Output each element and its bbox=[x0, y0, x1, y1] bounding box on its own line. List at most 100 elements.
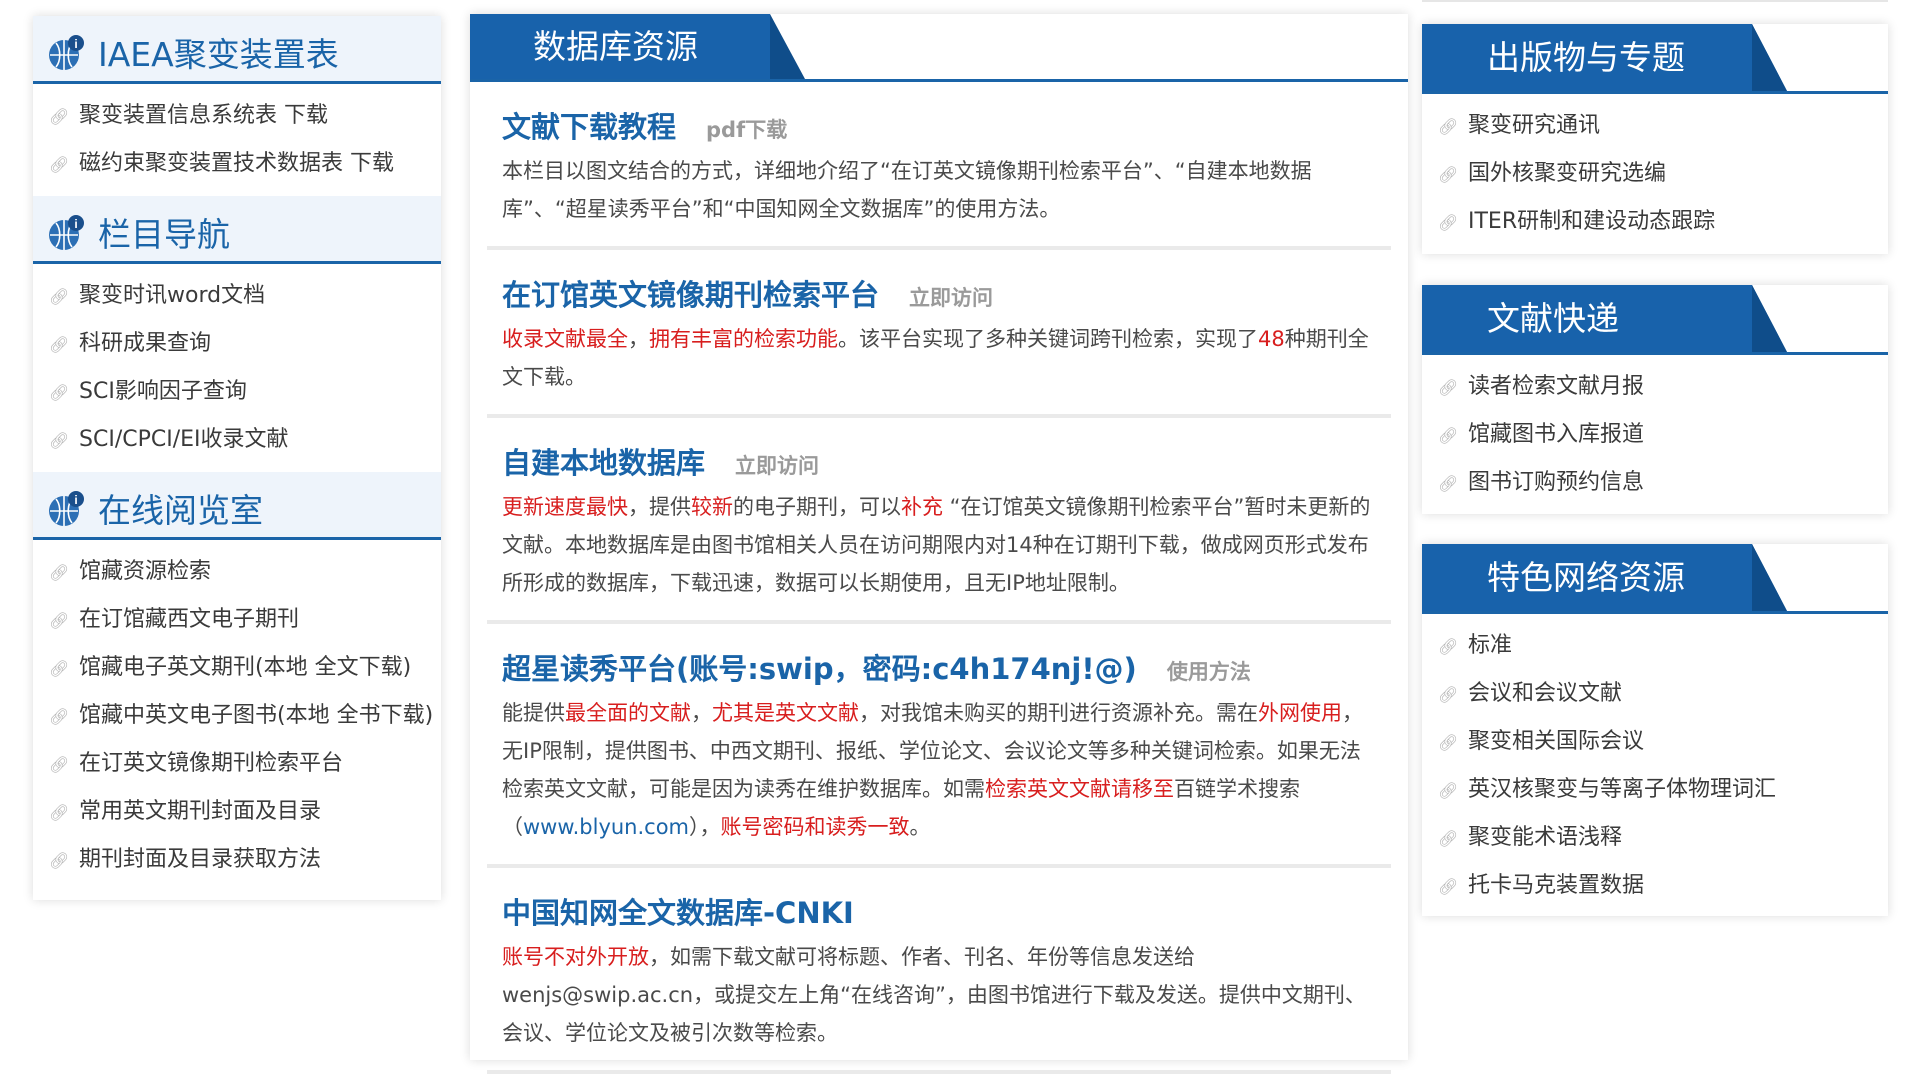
highlighted-text: 账号密码和读秀一致 bbox=[720, 815, 910, 839]
description-text: ）， bbox=[689, 815, 721, 839]
section-iaea: i IAEA聚变装置表 🔗︎ 聚变装置信息系统表 下载 🔗︎ 磁约束聚变装置技术数据… bbox=[33, 16, 441, 196]
list-item[interactable]: 🔗︎ 在订英文镜像期刊检索平台 bbox=[33, 740, 441, 788]
tab-shade bbox=[1752, 285, 1787, 352]
link-icon: 🔗︎ bbox=[1438, 165, 1459, 184]
entry-title[interactable]: 在订馆英文镜像期刊检索平台 bbox=[502, 278, 879, 312]
list-item[interactable]: 🔗︎ 聚变时讯word文档 bbox=[33, 272, 441, 320]
link-icon: 🔗︎ bbox=[1438, 117, 1459, 136]
description-text: 。该平台实现了多种关键词跨刊检索，实现了 bbox=[838, 327, 1258, 351]
section-title: 栏目导航 bbox=[98, 215, 230, 254]
link-icon: 🔗︎ bbox=[1438, 378, 1459, 397]
section-navigation: i 栏目导航 🔗︎ 聚变时讯word文档 🔗︎ 科研成果查询 🔗︎ SCI影响因子查询… bbox=[33, 196, 441, 472]
link-icon: 🔗︎ bbox=[49, 431, 70, 450]
list-item-label: 聚变时讯word文档 bbox=[79, 283, 266, 308]
highlighted-text: 更新速度最快 bbox=[502, 495, 628, 519]
section-header: i 在线阅览室 bbox=[33, 472, 441, 540]
list-item-download[interactable]: 🔗︎ 磁约束聚变装置技术数据表 下载 bbox=[33, 140, 441, 188]
list-item[interactable]: 🔗︎ 科研成果查询 bbox=[33, 320, 441, 368]
divider bbox=[1422, 0, 1888, 2]
list-item-label: 读者检索文献月报 bbox=[1468, 374, 1645, 399]
list-item[interactable]: 🔗︎ 常用英文期刊封面及目录 bbox=[33, 788, 441, 836]
link-icon: 🔗︎ bbox=[49, 707, 70, 726]
entry-description: 收录文献最全，拥有丰富的检索功能。该平台实现了多种关键词跨刊检索，实现了48种期… bbox=[502, 320, 1376, 396]
list-item[interactable]: 🔗︎ 读者检索文献月报 bbox=[1422, 363, 1888, 411]
entry-title[interactable]: 自建本地数据库 bbox=[502, 446, 705, 480]
list-item[interactable]: 🔗︎ 聚变相关国际会议 bbox=[1422, 718, 1888, 766]
tab-literature-express[interactable]: 文献快递 bbox=[1422, 285, 1787, 352]
database-resources-panel: 数据库资源 文献下载教程 pdf下载 本栏目以图文结合的方式，详细地介绍了“在订英… bbox=[470, 14, 1408, 1074]
description-text: ，对我馆未购买的期刊进行资源补充。需在 bbox=[859, 701, 1258, 725]
highlighted-text: 账号不对外开放 bbox=[502, 945, 649, 969]
link-icon: 🔗︎ bbox=[1438, 829, 1459, 848]
list-item[interactable]: 🔗︎ 聚变能术语浅释 bbox=[1422, 814, 1888, 862]
list-item[interactable]: 🔗︎ 托卡马克装置数据 bbox=[1422, 862, 1888, 910]
highlighted-text: 补充 bbox=[901, 495, 943, 519]
left-sidebar: i IAEA聚变装置表 🔗︎ 聚变装置信息系统表 下载 🔗︎ 磁约束聚变装置技术数据… bbox=[33, 16, 441, 900]
link-icon: 🔗︎ bbox=[49, 851, 70, 870]
list-item-download[interactable]: 🔗︎ 聚变装置信息系统表 下载 bbox=[33, 92, 441, 140]
list-item[interactable]: 🔗︎ ITER研制和建设动态跟踪 bbox=[1422, 198, 1888, 246]
section-title: IAEA聚变装置表 bbox=[98, 35, 339, 74]
list-item-label: 磁约束聚变装置技术数据表 下载 bbox=[79, 151, 394, 176]
list-item[interactable]: 🔗︎ 馆藏图书入库报道 bbox=[1422, 411, 1888, 459]
description-text: 本栏目以图文结合的方式，详细地介绍了“在订英文镜像期刊检索平台”、“自建本地数据… bbox=[502, 159, 1312, 221]
list-item[interactable]: 🔗︎ 图书订购预约信息 bbox=[1422, 459, 1888, 507]
link-icon: 🔗︎ bbox=[49, 335, 70, 354]
panel-header: 数据库资源 bbox=[470, 14, 1408, 82]
link-icon: 🔗︎ bbox=[49, 155, 70, 174]
section-header: i IAEA聚变装置表 bbox=[33, 16, 441, 84]
entry-title[interactable]: 文献下载教程 bbox=[502, 110, 676, 144]
globe-info-icon: i bbox=[49, 491, 84, 526]
panel-header: 特色网络资源 bbox=[1422, 544, 1888, 614]
list-item-label: 聚变能术语浅释 bbox=[1468, 825, 1623, 850]
highlighted-text[interactable]: www.blyun.com bbox=[523, 815, 689, 839]
list-item[interactable]: 🔗︎ 标准 bbox=[1422, 622, 1888, 670]
list-item[interactable]: 🔗︎ 馆藏中英文电子图书(本地 全书下载) bbox=[33, 692, 441, 740]
entry-description: 本栏目以图文结合的方式，详细地介绍了“在订英文镜像期刊检索平台”、“自建本地数据… bbox=[502, 152, 1376, 228]
link-icon: 🔗︎ bbox=[49, 563, 70, 582]
resource-entry: 在订馆英文镜像期刊检索平台 立即访问 收录文献最全，拥有丰富的检索功能。该平台实现… bbox=[487, 250, 1391, 418]
list-item[interactable]: 🔗︎ 聚变研究通讯 bbox=[1422, 102, 1888, 150]
globe-info-icon: i bbox=[49, 35, 84, 70]
tab-shade bbox=[1752, 24, 1787, 91]
list-item[interactable]: 🔗︎ 馆藏资源检索 bbox=[33, 548, 441, 596]
link-icon: 🔗︎ bbox=[1438, 733, 1459, 752]
list-item-label: 聚变相关国际会议 bbox=[1468, 729, 1645, 754]
list-item[interactable]: 🔗︎ SCI影响因子查询 bbox=[33, 368, 441, 416]
list-item[interactable]: 🔗︎ SCI/CPCI/EI收录文献 bbox=[33, 416, 441, 464]
highlighted-text: 尤其是英文文献 bbox=[712, 701, 859, 725]
description-text: ， bbox=[691, 701, 712, 725]
resource-entry: 自建本地数据库 立即访问 更新速度最快，提供较新的电子期刊，可以补充 “在订馆英文… bbox=[487, 418, 1391, 624]
tab-database-resources[interactable]: 数据库资源 bbox=[470, 14, 805, 79]
entry-title[interactable]: 中国知网全文数据库-CNKI bbox=[502, 896, 854, 930]
panel-header: 出版物与专题 bbox=[1422, 24, 1888, 94]
tab-publications[interactable]: 出版物与专题 bbox=[1422, 24, 1787, 91]
description-text: ， bbox=[628, 327, 649, 351]
entry-action-link[interactable]: 立即访问 bbox=[909, 286, 993, 310]
section-reading-room: i 在线阅览室 🔗︎ 馆藏资源检索 🔗︎ 在订馆藏西文电子期刊 🔗︎ 馆藏电子英文期刊… bbox=[33, 472, 441, 892]
list-item[interactable]: 🔗︎ 国外核聚变研究选编 bbox=[1422, 150, 1888, 198]
entry-action-link[interactable]: pdf下载 bbox=[706, 118, 787, 142]
tab-featured-resources[interactable]: 特色网络资源 bbox=[1422, 544, 1787, 611]
list-item-label: SCI/CPCI/EI收录文献 bbox=[79, 427, 289, 452]
link-icon: 🔗︎ bbox=[49, 803, 70, 822]
list-item[interactable]: 🔗︎ 馆藏电子英文期刊(本地 全文下载) bbox=[33, 644, 441, 692]
link-icon: 🔗︎ bbox=[1438, 637, 1459, 656]
list-item[interactable]: 🔗︎ 会议和会议文献 bbox=[1422, 670, 1888, 718]
entry-title[interactable]: 超星读秀平台(账号:swip，密码:c4h174nj!@) bbox=[502, 652, 1137, 686]
svg-text:i: i bbox=[74, 493, 77, 507]
list-item[interactable]: 🔗︎ 在订馆藏西文电子期刊 bbox=[33, 596, 441, 644]
link-icon: 🔗︎ bbox=[49, 611, 70, 630]
globe-info-icon: i bbox=[49, 215, 84, 250]
tab-shade bbox=[1752, 544, 1787, 611]
highlighted-text: 检索英文文献请移至 bbox=[985, 777, 1174, 801]
entry-action-link[interactable]: 立即访问 bbox=[735, 454, 819, 478]
list-item-label: 馆藏图书入库报道 bbox=[1468, 422, 1645, 447]
list-item-label: 在订馆藏西文电子期刊 bbox=[79, 607, 300, 632]
list-item[interactable]: 🔗︎ 期刊封面及目录获取方法 bbox=[33, 836, 441, 884]
entry-action-link[interactable]: 使用方法 bbox=[1167, 660, 1251, 684]
list-item[interactable]: 🔗︎ 英汉核聚变与等离子体物理词汇 bbox=[1422, 766, 1888, 814]
description-text: 的电子期刊，可以 bbox=[733, 495, 901, 519]
link-icon: 🔗︎ bbox=[1438, 474, 1459, 493]
resource-entry: 中国知网全文数据库-CNKI 账号不对外开放，如需下载文献可将标题、作者、刊名、… bbox=[487, 868, 1391, 1074]
